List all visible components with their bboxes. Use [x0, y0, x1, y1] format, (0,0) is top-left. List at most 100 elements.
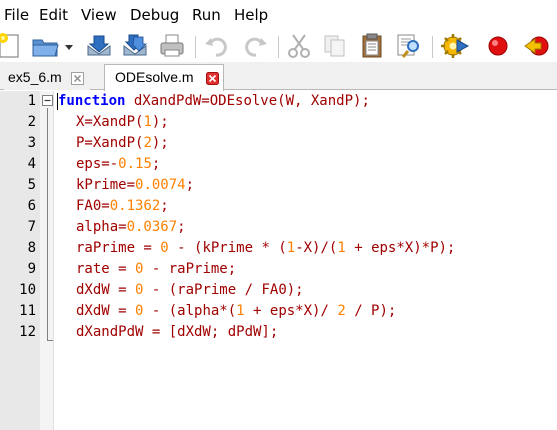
line-number: 11 — [19, 303, 36, 319]
code-token: + eps*X)/ — [244, 303, 338, 319]
menu-file[interactable]: File — [4, 6, 29, 24]
code-token: 0 — [160, 240, 169, 256]
code-token: raPrime = — [76, 240, 161, 256]
line-number: 3 — [27, 135, 36, 151]
code-token: 1 — [143, 114, 152, 130]
copy-icon[interactable] — [320, 32, 350, 60]
code-editor[interactable]: 1 2 3 4 5 6 7 8 9 10 11 12 function dXandPdW=ODEsol… — [0, 91, 557, 430]
code-line[interactable]: dXandPdW = [dXdW; dPdW]; — [76, 324, 278, 340]
line-number: 8 — [27, 240, 36, 256]
code-line[interactable]: rate = 0 - raPrime; — [76, 261, 236, 277]
code-token: P=XandP( — [76, 135, 144, 151]
line-number-gutter: 1 2 3 4 5 6 7 8 9 10 11 12 — [0, 91, 40, 430]
code-token: kPrime= — [76, 177, 136, 193]
line-number: 7 — [27, 219, 36, 235]
code-token: X=XandP( — [76, 114, 144, 130]
tab-odesolve[interactable]: ODEsolve.m — [104, 64, 224, 91]
code-token: dXdW = — [76, 303, 136, 319]
line-number: 1 — [27, 93, 36, 109]
toolbar — [0, 30, 557, 62]
toolbar-separator — [278, 36, 279, 58]
tab-ex5-6[interactable]: ex5_6.m — [4, 65, 90, 90]
code-line[interactable]: X=XandP(1); — [76, 114, 169, 130]
code-token: function — [58, 93, 126, 109]
cut-icon[interactable] — [284, 32, 314, 60]
paste-icon[interactable] — [357, 32, 387, 60]
code-line[interactable]: P=XandP(2); — [76, 135, 169, 151]
code-line[interactable]: eps=-0.15; — [76, 156, 160, 172]
code-line[interactable]: dXdW = 0 - (alpha*(1 + eps*X)/ 2 / P); — [76, 303, 396, 319]
compile-icon[interactable] — [440, 32, 470, 60]
code-token: ); — [151, 114, 169, 130]
code-token: 0.0367 — [126, 219, 178, 235]
open-folder-icon[interactable] — [30, 32, 60, 60]
save-icon[interactable] — [84, 32, 114, 60]
code-token: dXdW = — [76, 282, 136, 298]
menu-bar: File Edit View Debug Run Help — [0, 0, 557, 30]
line-number: 2 — [27, 114, 36, 130]
code-token: dXandPdW = [dXdW; dPdW]; — [76, 324, 279, 340]
new-file-icon[interactable] — [0, 32, 24, 60]
save-all-icon[interactable] — [120, 32, 150, 60]
fold-collapse-icon[interactable] — [42, 95, 53, 106]
code-token: 0.1362 — [109, 198, 161, 214]
fold-end — [47, 340, 53, 341]
code-token: 0.0074 — [135, 177, 186, 193]
menu-run[interactable]: Run — [192, 6, 221, 24]
tab-label: ODEsolve.m — [115, 69, 194, 85]
menu-debug[interactable]: Debug — [130, 6, 179, 24]
code-token: - raPrime; — [143, 261, 237, 277]
code-token: ; — [151, 156, 161, 172]
code-token: + eps*X)*P); — [345, 240, 456, 256]
code-line[interactable]: kPrime=0.0074; — [76, 177, 194, 193]
breakpoint-icon[interactable] — [522, 32, 552, 60]
code-token: ); — [151, 135, 169, 151]
code-token: / P); — [345, 303, 397, 319]
code-token: 2 — [143, 135, 152, 151]
code-token: 2 — [337, 303, 346, 319]
code-token: 0.15 — [118, 156, 152, 172]
dropdown-arrow-icon[interactable] — [62, 32, 76, 60]
code-token: ; — [185, 177, 195, 193]
print-icon[interactable] — [157, 32, 187, 60]
menu-edit[interactable]: Edit — [39, 6, 68, 24]
fold-line — [47, 108, 48, 341]
run-stop-icon[interactable] — [483, 32, 513, 60]
line-number: 5 — [27, 177, 36, 193]
redo-icon[interactable] — [240, 32, 270, 60]
code-token: 1 — [337, 240, 346, 256]
code-token: FA0= — [76, 198, 110, 214]
code-token: 1 — [286, 240, 296, 256]
line-number: 4 — [27, 156, 36, 172]
close-icon[interactable] — [206, 72, 219, 85]
menu-view[interactable]: View — [81, 6, 117, 24]
close-icon[interactable] — [71, 72, 84, 85]
code-token: 1 — [236, 303, 245, 319]
code-line[interactable]: alpha=0.0367; — [76, 219, 186, 235]
code-line[interactable]: FA0=0.1362; — [76, 198, 169, 214]
code-token: - (alpha*( — [143, 303, 237, 319]
find-icon[interactable] — [394, 32, 424, 60]
code-token: dXandPdW=ODEsolve(W, XandP); — [125, 93, 370, 109]
code-token: rate = — [76, 261, 136, 277]
line-number: 12 — [19, 324, 36, 340]
code-token: ; — [160, 198, 169, 214]
undo-icon[interactable] — [202, 32, 232, 60]
code-token: alpha= — [76, 219, 127, 235]
toolbar-separator — [195, 36, 196, 58]
editor-tab-bar: ex5_6.m ODEsolve.m — [0, 62, 557, 91]
line-number: 6 — [27, 198, 36, 214]
code-token: ; — [177, 219, 186, 235]
menu-help[interactable]: Help — [234, 6, 268, 24]
line-number: 9 — [27, 261, 36, 277]
code-line[interactable]: dXdW = 0 - (raPrime / FA0); — [76, 282, 304, 298]
line-number: 10 — [19, 282, 36, 298]
code-line[interactable]: raPrime = 0 - (kPrime * (1-X)/(1 + eps*X… — [76, 240, 455, 256]
code-token: -X)/( — [295, 240, 338, 256]
tab-label: ex5_6.m — [8, 69, 62, 85]
code-token: eps=- — [76, 156, 119, 172]
code-token: - (raPrime / FA0); — [143, 282, 304, 298]
code-token: - (kPrime * ( — [168, 240, 287, 256]
toolbar-separator — [432, 36, 433, 58]
code-line[interactable]: function dXandPdW=ODEsolve(W, XandP); — [58, 93, 370, 109]
